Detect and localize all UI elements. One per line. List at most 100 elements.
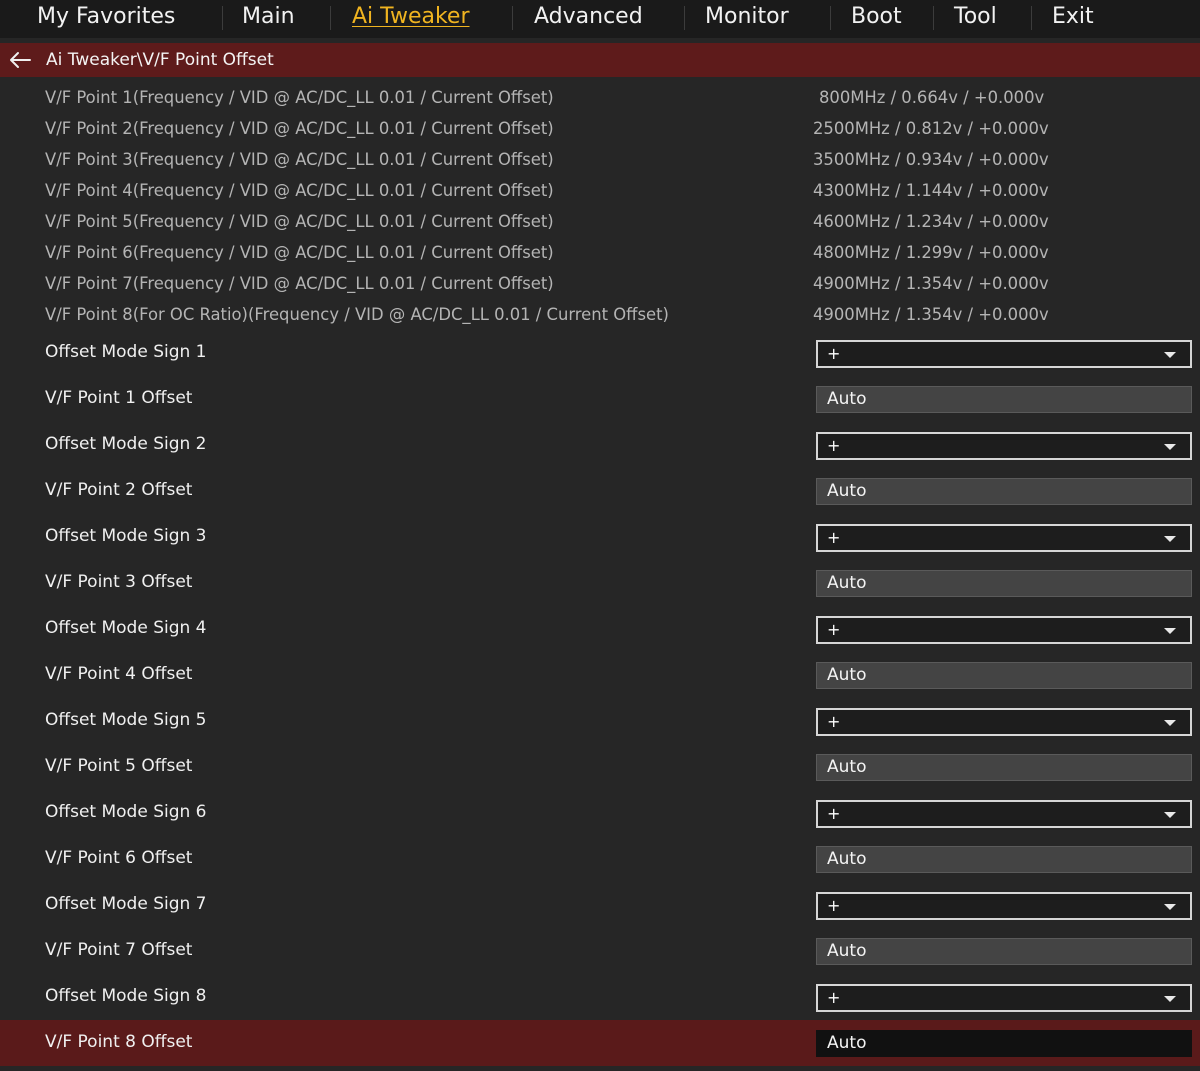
vf-point-info-label: V/F Point 5(Frequency / VID @ AC/DC_LL 0… [45, 212, 554, 231]
setting-label: Offset Mode Sign 8 [45, 986, 207, 1006]
input-value: Auto [827, 1033, 867, 1053]
nav-divider [222, 6, 223, 30]
vf-point-info-row: V/F Point 6(Frequency / VID @ AC/DC_LL 0… [0, 237, 1200, 268]
vf-point-info-value: 2500MHz / 0.812v / +0.000v [813, 119, 1049, 138]
vf-point-5-offset-input[interactable]: Auto [816, 754, 1192, 781]
vf-point-info-value: 4900MHz / 1.354v / +0.000v [813, 274, 1049, 293]
input-value: Auto [827, 573, 867, 593]
vf-point-1-offset-input[interactable]: Auto [816, 386, 1192, 413]
tab-tool[interactable]: Tool [954, 3, 997, 31]
nav-divider [512, 6, 513, 30]
vf-point-info-label: V/F Point 8(For OC Ratio)(Frequency / VI… [45, 305, 669, 324]
setting-row-vf-point-8-offset[interactable]: V/F Point 8 Offset Auto [0, 1020, 1200, 1066]
setting-row-offset-mode-sign-6[interactable]: Offset Mode Sign 6 + [0, 790, 1200, 836]
chevron-down-icon [1164, 720, 1176, 726]
vf-point-2-offset-input[interactable]: Auto [816, 478, 1192, 505]
setting-row-offset-mode-sign-2[interactable]: Offset Mode Sign 2 + [0, 422, 1200, 468]
setting-label: V/F Point 3 Offset [45, 572, 193, 592]
select-value: + [827, 344, 841, 363]
setting-row-offset-mode-sign-7[interactable]: Offset Mode Sign 7 + [0, 882, 1200, 928]
setting-label: V/F Point 6 Offset [45, 848, 193, 868]
chevron-down-icon [1164, 352, 1176, 358]
setting-label: V/F Point 8 Offset [45, 1032, 193, 1052]
setting-label: Offset Mode Sign 3 [45, 526, 207, 546]
vf-point-info-label: V/F Point 4(Frequency / VID @ AC/DC_LL 0… [45, 181, 554, 200]
nav-divider [830, 6, 831, 30]
vf-point-info-value: 4600MHz / 1.234v / +0.000v [813, 212, 1049, 231]
tab-boot[interactable]: Boot [851, 3, 902, 31]
input-value: Auto [827, 665, 867, 685]
select-value: + [827, 804, 841, 823]
setting-label: V/F Point 5 Offset [45, 756, 193, 776]
select-value: + [827, 988, 841, 1007]
offset-mode-sign-5-select[interactable]: + [816, 708, 1192, 736]
setting-row-offset-mode-sign-3[interactable]: Offset Mode Sign 3 + [0, 514, 1200, 560]
select-value: + [827, 896, 841, 915]
input-value: Auto [827, 849, 867, 869]
setting-row-vf-point-5-offset[interactable]: V/F Point 5 Offset Auto [0, 744, 1200, 790]
setting-row-vf-point-4-offset[interactable]: V/F Point 4 Offset Auto [0, 652, 1200, 698]
setting-label: V/F Point 1 Offset [45, 388, 193, 408]
tab-my-favorites[interactable]: My Favorites [37, 3, 175, 31]
chevron-down-icon [1164, 996, 1176, 1002]
offset-mode-sign-4-select[interactable]: + [816, 616, 1192, 644]
tab-advanced[interactable]: Advanced [534, 3, 643, 31]
vf-point-info-value: 3500MHz / 0.934v / +0.000v [813, 150, 1049, 169]
setting-row-offset-mode-sign-5[interactable]: Offset Mode Sign 5 + [0, 698, 1200, 744]
setting-row-vf-point-2-offset[interactable]: V/F Point 2 Offset Auto [0, 468, 1200, 514]
offset-mode-sign-6-select[interactable]: + [816, 800, 1192, 828]
vf-point-info-row: V/F Point 3(Frequency / VID @ AC/DC_LL 0… [0, 144, 1200, 175]
offset-mode-sign-8-select[interactable]: + [816, 984, 1192, 1012]
offset-mode-sign-7-select[interactable]: + [816, 892, 1192, 920]
breadcrumb: Ai Tweaker\V/F Point Offset [0, 43, 1200, 77]
setting-label: Offset Mode Sign 4 [45, 618, 207, 638]
setting-row-vf-point-6-offset[interactable]: V/F Point 6 Offset Auto [0, 836, 1200, 882]
setting-label: Offset Mode Sign 1 [45, 342, 207, 362]
vf-point-info-value: 4800MHz / 1.299v / +0.000v [813, 243, 1049, 262]
offset-mode-sign-1-select[interactable]: + [816, 340, 1192, 368]
chevron-down-icon [1164, 628, 1176, 634]
vf-point-info-value: 4900MHz / 1.354v / +0.000v [813, 305, 1049, 324]
select-value: + [827, 620, 841, 639]
setting-label: V/F Point 2 Offset [45, 480, 193, 500]
vf-point-7-offset-input[interactable]: Auto [816, 938, 1192, 965]
input-value: Auto [827, 481, 867, 501]
setting-row-vf-point-3-offset[interactable]: V/F Point 3 Offset Auto [0, 560, 1200, 606]
tab-ai-tweaker[interactable]: Ai Tweaker [352, 3, 470, 31]
vf-point-4-offset-input[interactable]: Auto [816, 662, 1192, 689]
vf-point-info-row: V/F Point 7(Frequency / VID @ AC/DC_LL 0… [0, 268, 1200, 299]
nav-divider [684, 6, 685, 30]
chevron-down-icon [1164, 444, 1176, 450]
offset-mode-sign-2-select[interactable]: + [816, 432, 1192, 460]
back-arrow-icon[interactable] [8, 50, 32, 70]
nav-divider [330, 6, 331, 30]
vf-point-info-row: V/F Point 1(Frequency / VID @ AC/DC_LL 0… [0, 82, 1200, 113]
setting-row-offset-mode-sign-4[interactable]: Offset Mode Sign 4 + [0, 606, 1200, 652]
chevron-down-icon [1164, 812, 1176, 818]
offset-mode-sign-3-select[interactable]: + [816, 524, 1192, 552]
nav-divider [1031, 6, 1032, 30]
vf-point-info-label: V/F Point 3(Frequency / VID @ AC/DC_LL 0… [45, 150, 554, 169]
tab-exit[interactable]: Exit [1052, 3, 1094, 31]
vf-point-8-offset-input[interactable]: Auto [816, 1030, 1192, 1057]
tab-monitor[interactable]: Monitor [705, 3, 789, 31]
setting-label: Offset Mode Sign 7 [45, 894, 207, 914]
tab-main[interactable]: Main [242, 3, 295, 31]
setting-label: V/F Point 7 Offset [45, 940, 193, 960]
setting-label: Offset Mode Sign 6 [45, 802, 207, 822]
setting-row-vf-point-1-offset[interactable]: V/F Point 1 Offset Auto [0, 376, 1200, 422]
vf-point-6-offset-input[interactable]: Auto [816, 846, 1192, 873]
setting-label: Offset Mode Sign 5 [45, 710, 207, 730]
vf-point-info-label: V/F Point 7(Frequency / VID @ AC/DC_LL 0… [45, 274, 554, 293]
vf-point-info-row: V/F Point 2(Frequency / VID @ AC/DC_LL 0… [0, 113, 1200, 144]
setting-row-offset-mode-sign-8[interactable]: Offset Mode Sign 8 + [0, 974, 1200, 1020]
setting-row-vf-point-7-offset[interactable]: V/F Point 7 Offset Auto [0, 928, 1200, 974]
vf-point-3-offset-input[interactable]: Auto [816, 570, 1192, 597]
vf-point-info-label: V/F Point 2(Frequency / VID @ AC/DC_LL 0… [45, 119, 554, 138]
setting-row-offset-mode-sign-1[interactable]: Offset Mode Sign 1 + [0, 330, 1200, 376]
vf-point-info-row: V/F Point 4(Frequency / VID @ AC/DC_LL 0… [0, 175, 1200, 206]
vf-point-info-label: V/F Point 6(Frequency / VID @ AC/DC_LL 0… [45, 243, 554, 262]
nav-divider [933, 6, 934, 30]
input-value: Auto [827, 941, 867, 961]
setting-label: Offset Mode Sign 2 [45, 434, 207, 454]
